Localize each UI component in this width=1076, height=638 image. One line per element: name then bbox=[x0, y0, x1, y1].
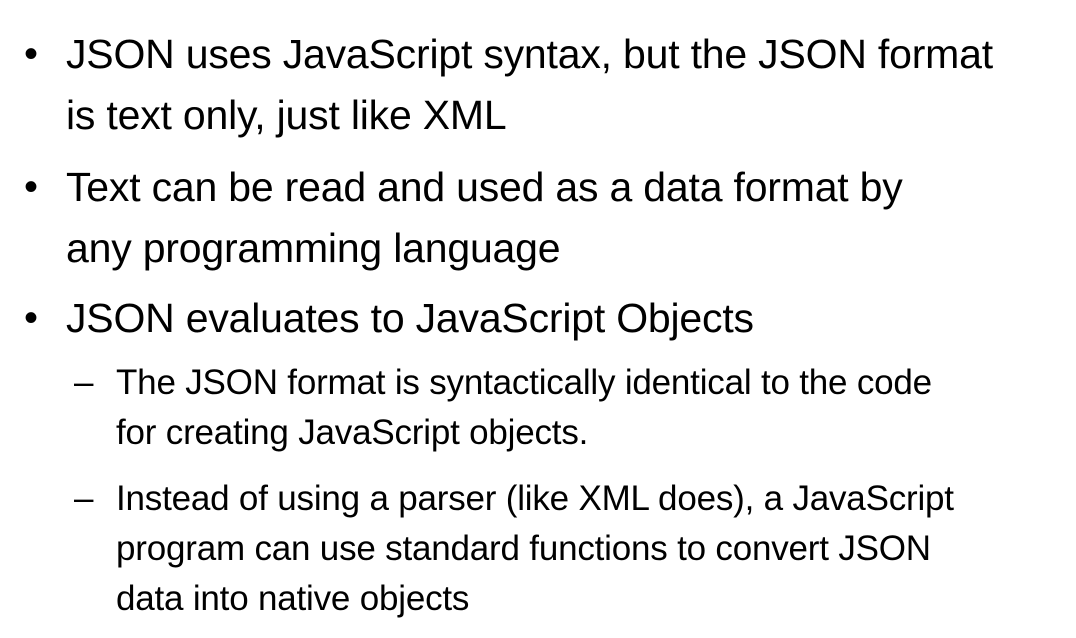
bullet-marker: • bbox=[24, 32, 39, 76]
bullet-text: JSON evaluates to JavaScript Objects bbox=[66, 295, 754, 341]
bullet-marker: • bbox=[24, 296, 39, 340]
dash-marker: – bbox=[74, 363, 94, 402]
bullet-marker: • bbox=[24, 165, 39, 209]
sub-item-text: The JSON format is syntactically identic… bbox=[116, 363, 932, 452]
bullet-text: JSON uses JavaScript syntax, but the JSO… bbox=[66, 31, 993, 138]
sub-item-text: Instead of using a parser (like XML does… bbox=[116, 479, 954, 618]
slide-body: • JSON uses JavaScript syntax, but the J… bbox=[0, 0, 1076, 638]
bullet-text: Text can be read and used as a data form… bbox=[66, 164, 903, 271]
dash-marker: – bbox=[74, 479, 94, 518]
